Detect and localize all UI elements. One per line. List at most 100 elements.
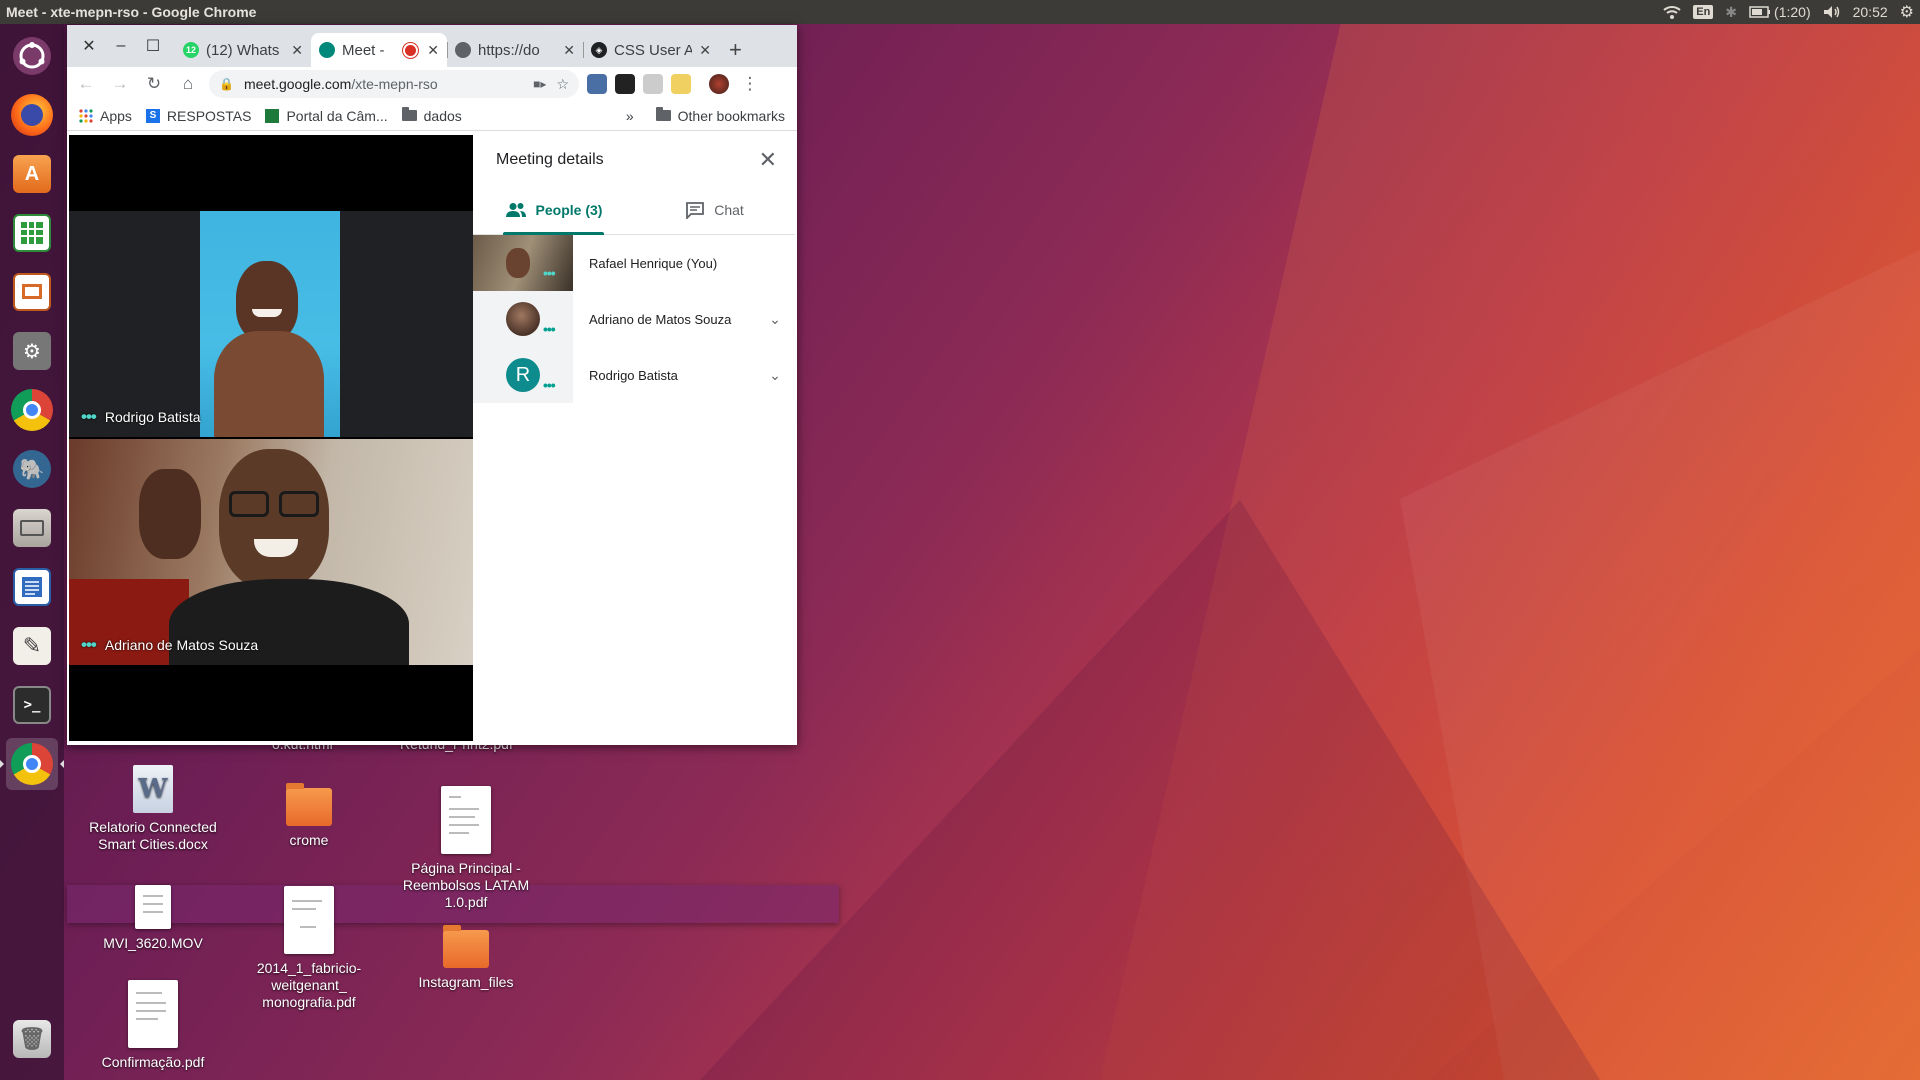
google-chrome-icon[interactable] [6,384,58,436]
maximize-window-button[interactable]: ☐ [137,36,169,56]
participant-name: Rafael Henrique (You) [589,255,718,271]
bookmark-label: Other bookmarks [677,107,785,124]
pdf-file-icon [128,980,178,1048]
desktop-icon-video[interactable]: MVI_3620.MOV [78,885,228,952]
desktop-icon-docx[interactable]: W Relatorio Connected Smart Cities.docx [78,765,228,853]
close-tab-icon[interactable]: ✕ [291,42,303,59]
more-options-dots-icon[interactable]: ••• [543,377,556,393]
more-options-dots-icon[interactable]: ••• [543,265,556,281]
participant-row[interactable]: R ••• Rodrigo Batista ⌄ [473,347,795,403]
url-text[interactable]: meet.google.com/xte-mepn-rso [244,76,523,92]
tab-chat[interactable]: Chat [634,185,795,234]
close-window-button[interactable]: ✕ [73,36,105,56]
bookmark-dados[interactable]: dados [401,107,462,124]
volume-icon[interactable] [1823,5,1841,19]
more-options-dots-icon[interactable]: ••• [81,407,97,427]
desktop-icon-folder-instagram[interactable]: Instagram_files [391,925,541,991]
bookmark-label: Apps [100,107,132,124]
bookmark-label: dados [423,107,462,124]
pgadmin-elephant-icon[interactable]: 🐘 [6,443,58,495]
back-arrow-icon[interactable]: ← [73,74,99,94]
chevron-down-icon[interactable]: ⌄ [755,311,795,328]
s-logo-icon: S [145,108,160,123]
folder-icon [401,107,417,121]
extension-m-icon[interactable] [643,74,663,94]
tab-whatsapp[interactable]: 12 (12) Whats ✕ [175,33,311,67]
extension-mask-icon[interactable] [615,74,635,94]
desktop-icon-pdf-reembolsos[interactable]: Página Principal - Reembolsos LATAM 1.0.… [391,786,541,911]
close-tab-icon[interactable]: ✕ [427,42,439,59]
home-icon[interactable]: ⌂ [175,74,201,94]
settings-gear-icon[interactable]: ⚙ [1900,2,1914,22]
meet-icon [319,42,335,58]
pdf-file-icon [441,786,491,854]
ubuntu-dash-icon[interactable] [6,30,58,82]
keyboard-layout-indicator[interactable]: En [1693,5,1714,19]
close-tab-icon[interactable]: ✕ [699,42,711,59]
close-icon[interactable]: ✕ [759,147,777,173]
bookmark-star-icon[interactable]: ☆ [556,76,569,93]
bookmark-label: RESPOSTAS [166,107,252,124]
libreoffice-impress-icon[interactable] [6,266,58,318]
avatar: R [506,358,540,392]
terminal-icon[interactable]: >_ [6,679,58,731]
more-options-dots-icon[interactable]: ••• [81,635,97,655]
meet-app: ••• Rodrigo Batista ••• Adriano de Matos… [67,135,797,745]
bookmarks-overflow-button[interactable]: » [626,108,634,124]
file-manager-icon[interactable] [6,502,58,554]
desktop-icon-folder-crome[interactable]: crome [234,783,384,849]
bookmark-portal[interactable]: Portal da Câm... [265,108,388,124]
close-tab-icon[interactable]: ✕ [563,42,575,59]
bookmark-respostas[interactable]: S RESPOSTAS [145,107,252,124]
system-settings-icon[interactable]: ⚙ [6,325,58,377]
libreoffice-writer-icon[interactable] [6,561,58,613]
top-panel: Meet - xte-mepn-rso - Google Chrome En ✱… [0,0,1920,24]
forward-arrow-icon[interactable]: → [107,74,133,94]
text-editor-icon[interactable]: ✎ [6,620,58,672]
firefox-icon[interactable] [6,89,58,141]
extension-pin-icon[interactable] [671,74,691,94]
google-chrome-active-icon[interactable] [0,738,64,790]
more-options-dots-icon[interactable]: ••• [543,321,556,337]
pdf-file-icon [284,886,334,954]
clock[interactable]: 20:52 [1853,4,1888,20]
new-tab-button[interactable]: + [719,37,752,67]
bluetooth-icon[interactable]: ✱ [1725,4,1737,21]
desktop-icon-pdf-confirmacao[interactable]: Confirmação.pdf [78,980,228,1071]
address-bar[interactable]: 🔒 meet.google.com/xte-mepn-rso ■▸ ☆ [209,70,579,98]
chevron-down-icon[interactable]: ⌄ [755,367,795,384]
other-bookmarks[interactable]: Other bookmarks [655,107,785,124]
word-document-icon: W [133,765,173,813]
libreoffice-calc-icon[interactable] [6,207,58,259]
tab-https[interactable]: https://do ✕ [447,33,583,67]
software-center-icon[interactable]: A [6,148,58,200]
portal-logo-icon [265,108,280,123]
participant-row[interactable]: ••• Rafael Henrique (You) [473,235,795,291]
profile-avatar[interactable] [709,74,729,94]
folder-icon [286,783,332,826]
reload-icon[interactable]: ↻ [141,74,167,94]
wifi-icon[interactable] [1663,5,1681,19]
url-path: /xte-mepn-rso [351,76,438,92]
chrome-window: ✕ – ☐ 12 (12) Whats ✕ Meet - ✕ https://d… [67,25,797,745]
bookmark-apps[interactable]: Apps [79,108,132,124]
tab-people[interactable]: People (3) [473,185,634,235]
globe-icon [455,42,471,58]
video-tile-rodrigo[interactable]: ••• Rodrigo Batista [69,211,473,437]
desktop-icon-label: crome [289,832,329,848]
camera-icon[interactable]: ■▸ [533,77,546,91]
menu-kebab-icon[interactable]: ⋮ [737,74,763,94]
folder-icon [443,925,489,968]
extension-icon[interactable] [587,74,607,94]
participant-thumbnail: R ••• [473,347,573,403]
tab-meet[interactable]: Meet - ✕ [311,33,447,67]
desktop-icon-pdf-monografia[interactable]: 2014_1_fabricio-weitgenant_ monografia.p… [234,886,384,1011]
minimize-window-button[interactable]: – [105,37,137,55]
trash-icon[interactable]: 🗑 [6,1013,58,1065]
tab-css-user-agent[interactable]: ◈ CSS User A ✕ [583,33,719,67]
video-tile-adriano[interactable]: ••• Adriano de Matos Souza [69,439,473,665]
battery-indicator[interactable]: (1:20) [1749,4,1811,20]
participant-row[interactable]: ••• Adriano de Matos Souza ⌄ [473,291,795,347]
battery-time: (1:20) [1774,4,1811,20]
lock-icon[interactable]: 🔒 [219,77,234,91]
